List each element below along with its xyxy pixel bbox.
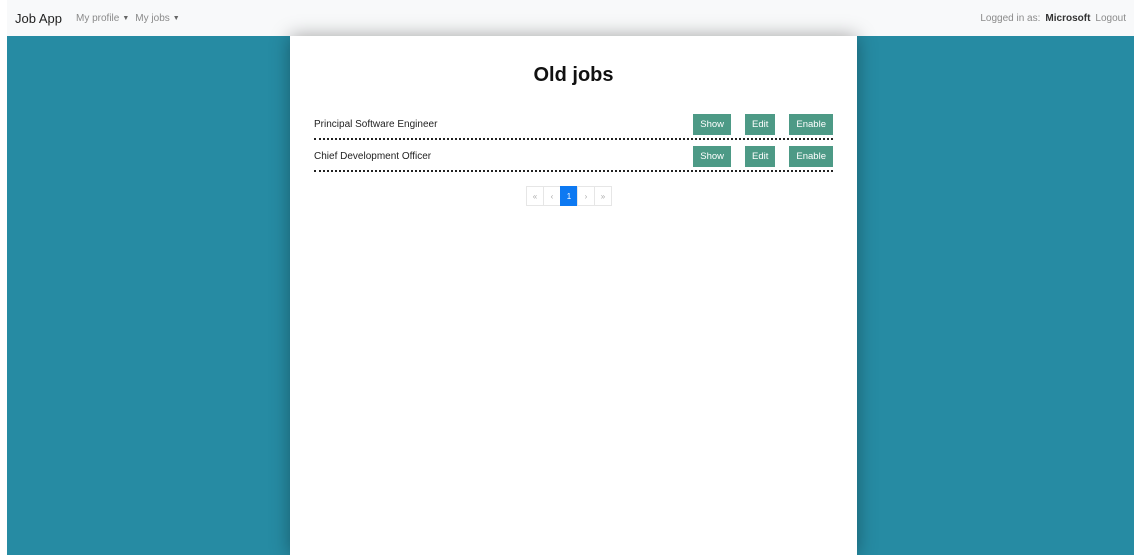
job-row: Chief Development Officer Show Edit Enab… (314, 142, 833, 172)
next-page-button[interactable]: › (577, 186, 595, 206)
edit-button[interactable]: Edit (745, 145, 776, 167)
page-background: Old jobs Principal Software Engineer Sho… (7, 36, 1134, 555)
last-page-button[interactable]: » (594, 186, 612, 206)
user-area: Logged in as: Microsoft Logout (980, 13, 1126, 24)
my-profile-menu[interactable]: My profile ▼ (76, 13, 129, 24)
job-row: Principal Software Engineer Show Edit En… (314, 110, 833, 140)
my-jobs-menu[interactable]: My jobs ▼ (135, 13, 179, 24)
page-title: Old jobs (533, 64, 614, 86)
current-page-button[interactable]: 1 (560, 186, 578, 206)
pagination: « ‹ 1 › » (526, 186, 612, 206)
my-profile-label: My profile (76, 12, 120, 24)
job-title: Principal Software Engineer (314, 118, 438, 130)
enable-button[interactable]: Enable (789, 145, 833, 167)
first-page-button[interactable]: « (526, 186, 544, 206)
edit-button[interactable]: Edit (745, 113, 776, 135)
my-jobs-label: My jobs (135, 12, 170, 24)
job-list: Principal Software Engineer Show Edit En… (314, 110, 833, 174)
enable-button[interactable]: Enable (789, 113, 833, 135)
username: Microsoft (1045, 12, 1091, 24)
content-card: Old jobs Principal Software Engineer Sho… (290, 36, 857, 555)
caret-down-icon: ▼ (172, 14, 180, 22)
brand-link[interactable]: Job App (15, 11, 62, 26)
logout-link[interactable]: Logout (1095, 13, 1126, 24)
show-button[interactable]: Show (693, 113, 732, 135)
navbar: Job App My profile ▼ My jobs ▼ Logged in… (7, 0, 1134, 36)
show-button[interactable]: Show (693, 145, 732, 167)
prev-page-button[interactable]: ‹ (543, 186, 561, 206)
job-title: Chief Development Officer (314, 150, 432, 162)
logged-in-label: Logged in as: (980, 12, 1041, 24)
caret-down-icon: ▼ (122, 14, 130, 22)
